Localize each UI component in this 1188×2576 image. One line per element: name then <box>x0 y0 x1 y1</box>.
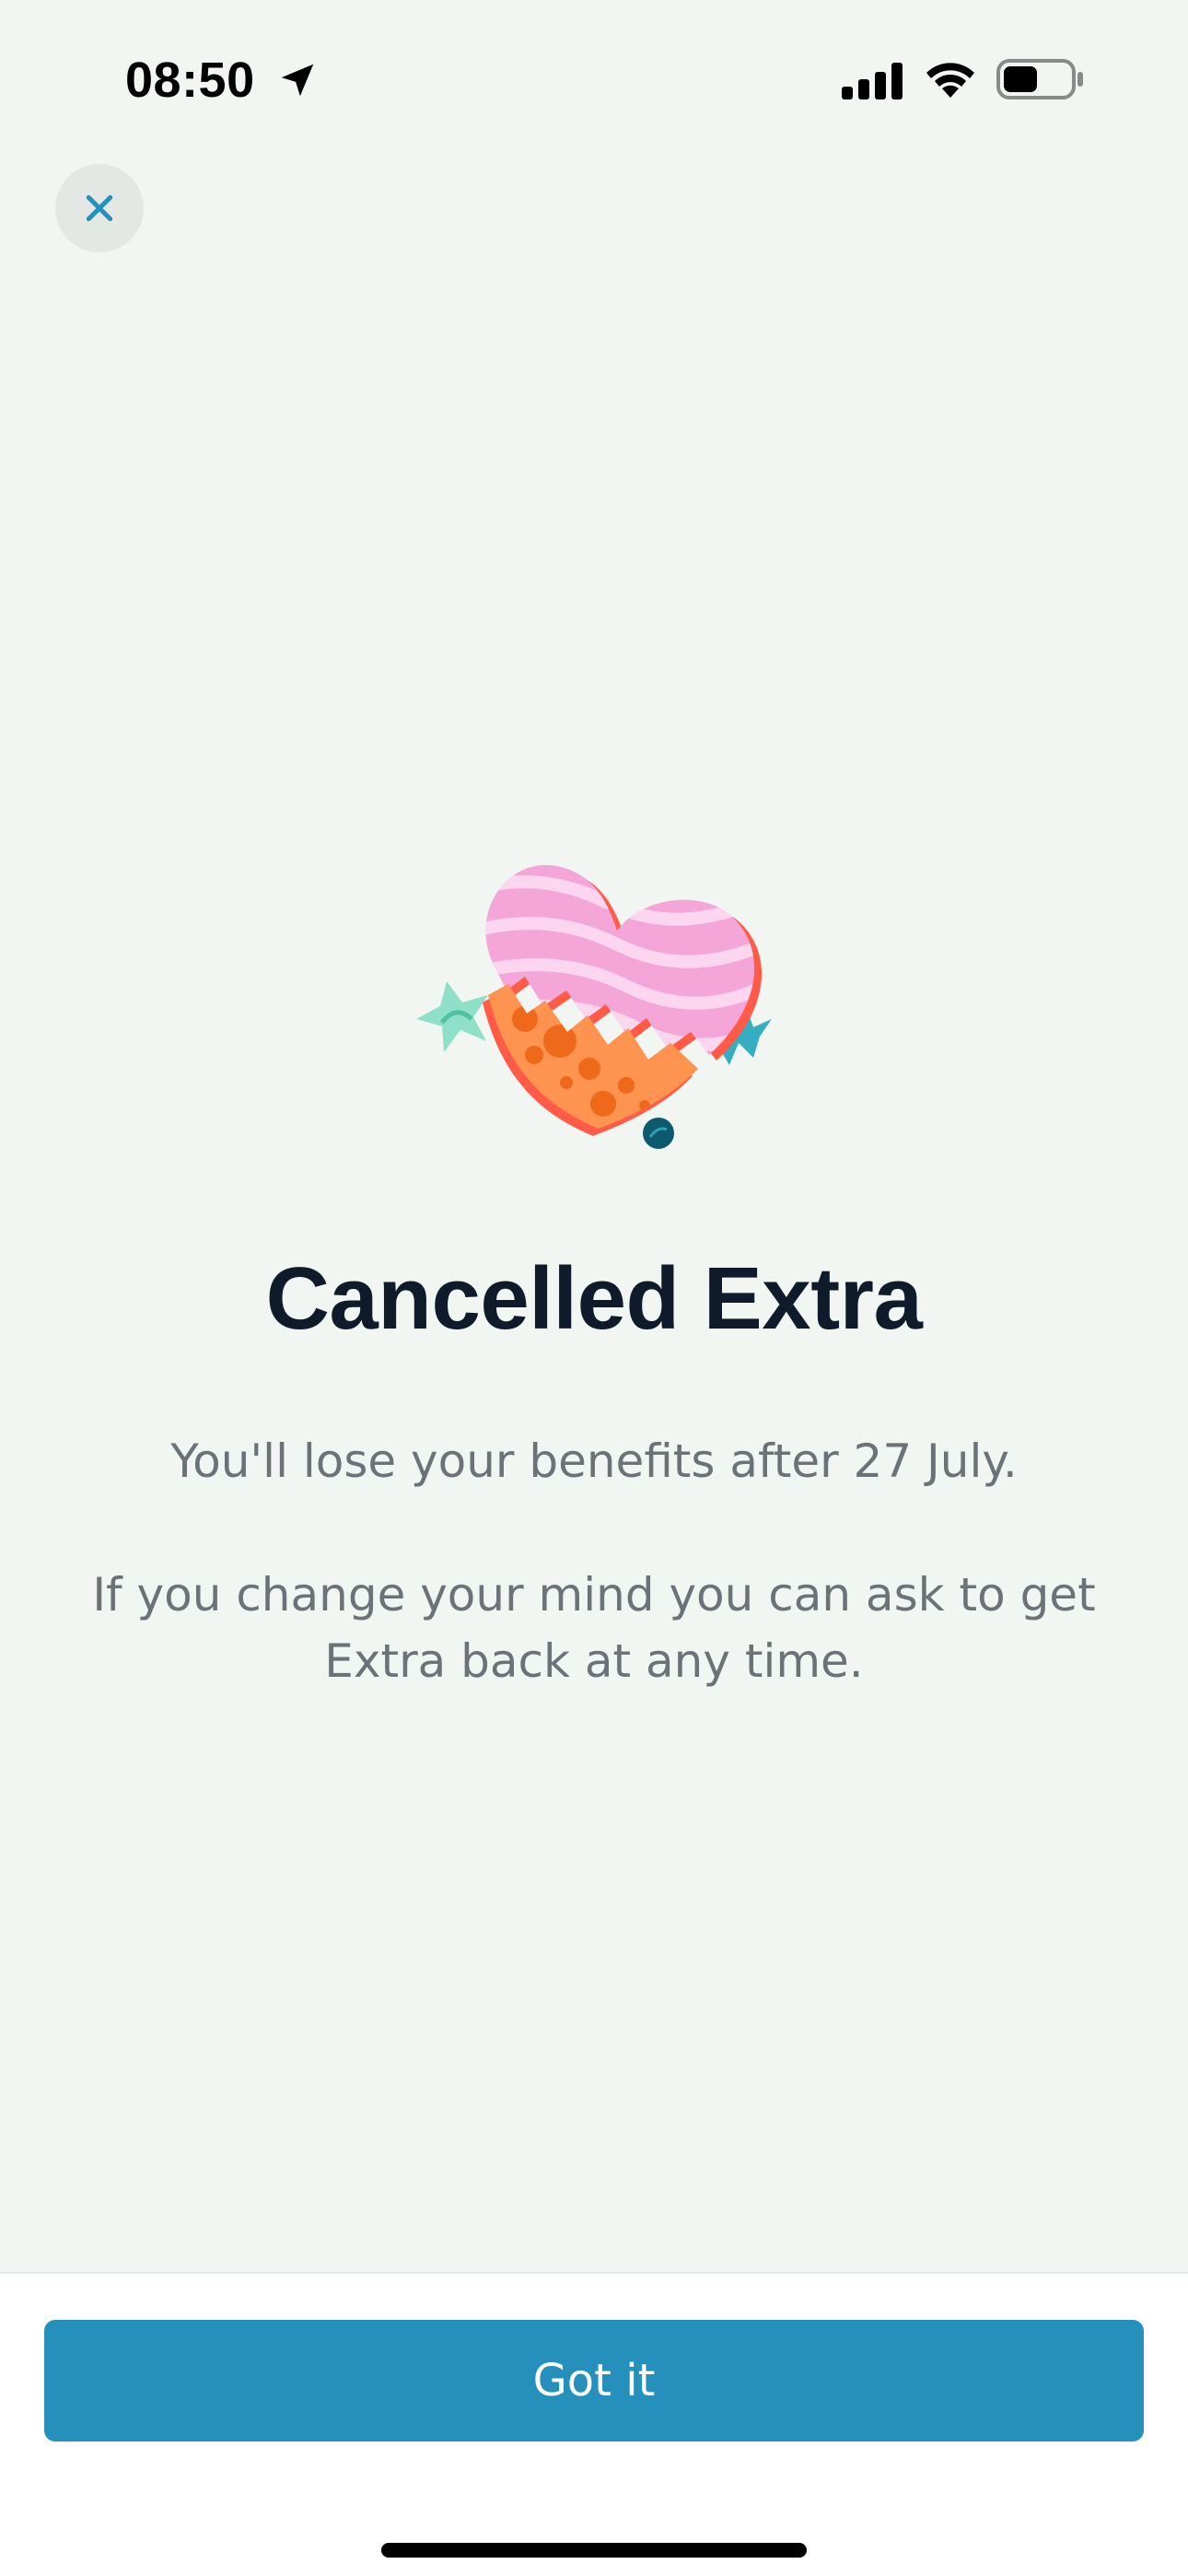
status-time: 08:50 <box>125 53 255 108</box>
got-it-button[interactable]: Got it <box>44 2320 1144 2441</box>
benefits-expiry-text: You'll lose your benefits after 27 July. <box>170 1434 1018 1488</box>
close-icon <box>86 194 113 222</box>
page-title: Cancelled Extra <box>265 1249 923 1348</box>
cancelled-extra-screen: 08:50 Cancelled Extra You'll lose your b… <box>0 0 1188 2576</box>
home-indicator[interactable] <box>381 2543 807 2558</box>
status-bar: 08:50 <box>0 0 1188 157</box>
bottom-action-bar: Got it <box>0 2272 1188 2576</box>
change-mind-text: If you change your mind you can ask to g… <box>92 1568 1096 1688</box>
broken-heart-icon <box>416 864 772 1149</box>
cellular-signal-icon <box>842 63 903 100</box>
battery-icon <box>996 59 1083 100</box>
location-arrow-icon <box>281 64 314 97</box>
wifi-icon <box>926 63 974 98</box>
close-button[interactable] <box>55 164 144 252</box>
